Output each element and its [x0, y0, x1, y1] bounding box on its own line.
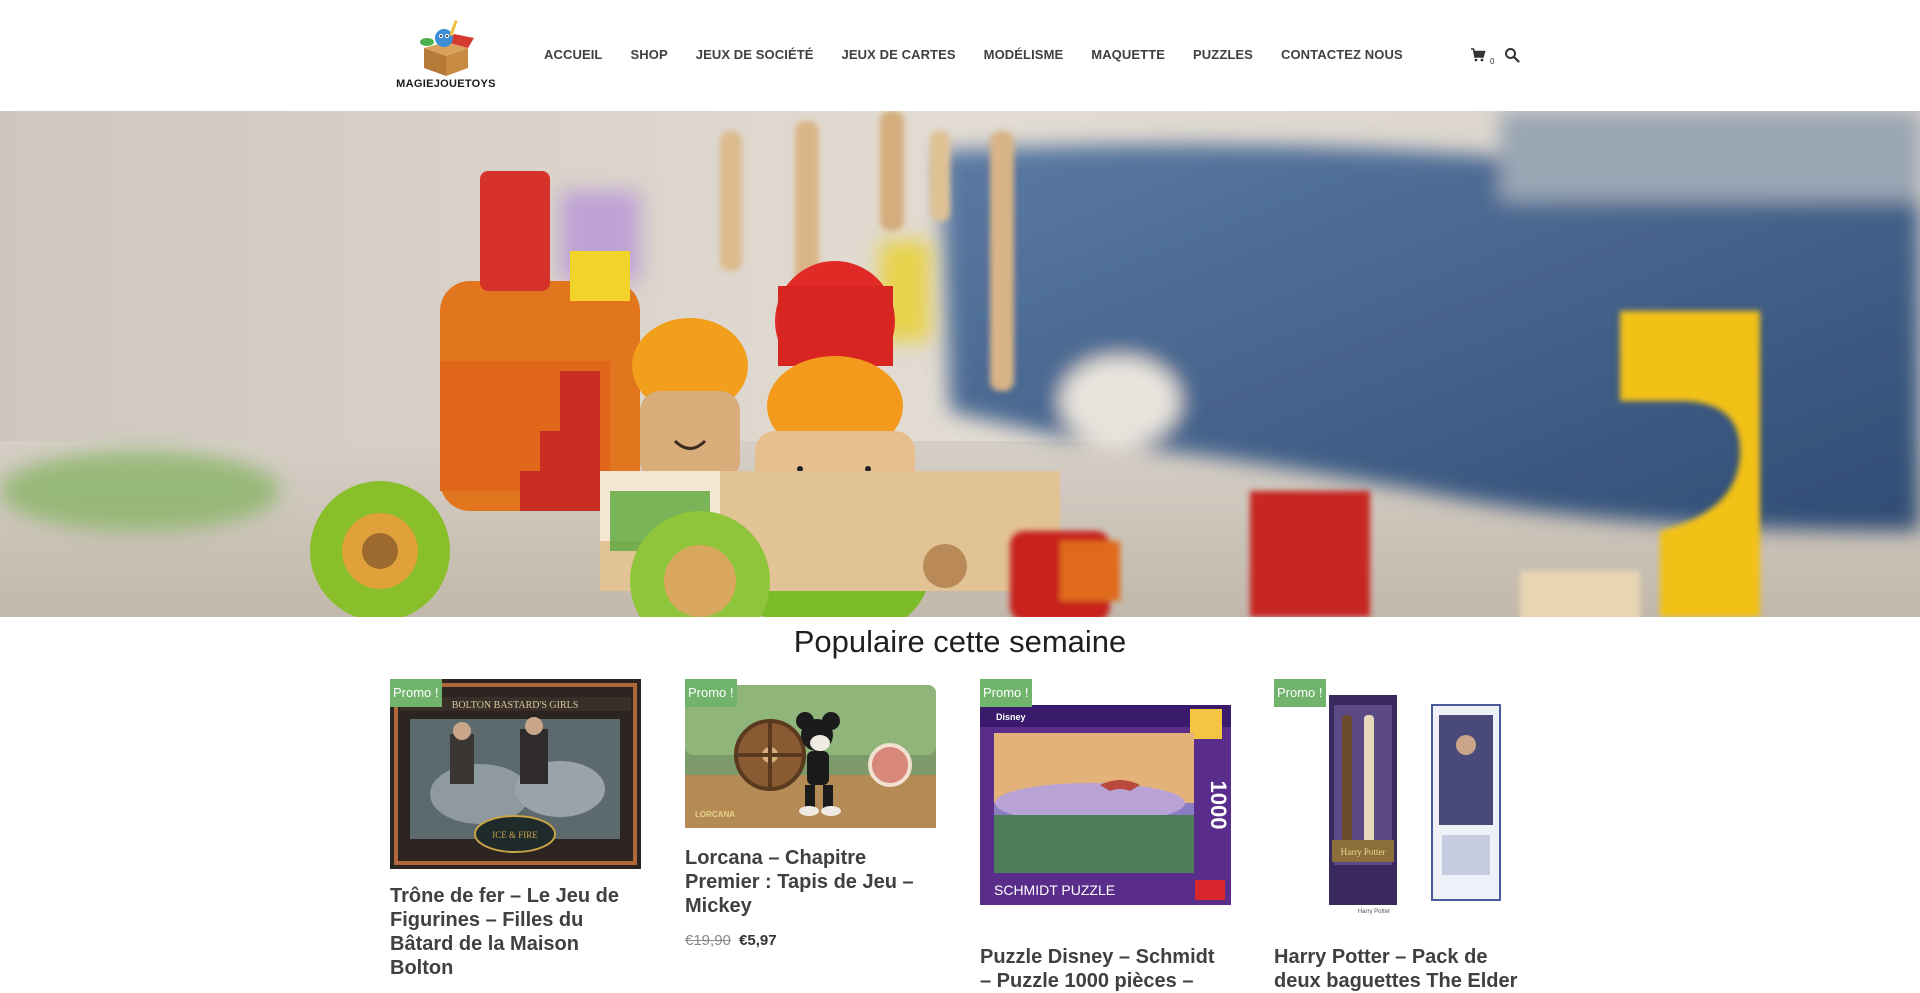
main-nav: ACCUEIL SHOP JEUX DE SOCIÉTÉ JEUX DE CAR…	[544, 47, 1431, 62]
nav-item-contactez-nous[interactable]: CONTACTEZ NOUS	[1281, 47, 1403, 62]
product-title[interactable]: Harry Potter – Pack de deux baguettes Th…	[1274, 945, 1525, 993]
nav-item-shop[interactable]: SHOP	[630, 47, 667, 62]
nav-item-modelisme[interactable]: MODÉLISME	[984, 47, 1064, 62]
svg-text:1000: 1000	[1206, 781, 1231, 830]
nav-item-accueil[interactable]: ACCUEIL	[544, 47, 602, 62]
svg-text:ICE & FIRE: ICE & FIRE	[492, 830, 538, 840]
promo-badge: Promo !	[685, 679, 737, 707]
nav-item-puzzles[interactable]: PUZZLES	[1193, 47, 1253, 62]
svg-text:LORCANA: LORCANA	[695, 810, 735, 819]
section-title: Populaire cette semaine	[793, 624, 1127, 659]
site-header: MAGIEJOUETOYS ACCUEIL SHOP JEUX DE SOCIÉ…	[0, 0, 1920, 111]
logo-text: MAGIEJOUETOYS	[396, 78, 496, 90]
cart-count: 0	[1490, 57, 1495, 66]
svg-text:Harry Potter: Harry Potter	[1358, 909, 1390, 915]
logo-icon	[420, 20, 474, 76]
product-image[interactable]: Disney 1000 SCHMIDT PUZZLE	[980, 705, 1231, 905]
nav-item-maquette[interactable]: MAQUETTE	[1091, 47, 1165, 62]
svg-text:Harry Potter: Harry Potter	[1341, 847, 1386, 857]
nav-item-jeux-de-cartes[interactable]: JEUX DE CARTES	[842, 47, 956, 62]
product-image[interactable]: BOLTON BASTARD'S GIRLS ICE & FIRE	[390, 679, 641, 869]
sale-price: €5,97	[739, 932, 777, 949]
hero-banner	[0, 111, 1920, 617]
product-title[interactable]: Trône de fer – Le Jeu de Figurines – Fil…	[390, 884, 641, 980]
product-title[interactable]: Puzzle Disney – Schmidt – Puzzle 1000 pi…	[980, 945, 1231, 993]
hero-image	[0, 111, 1920, 617]
old-price: €19,90	[685, 932, 731, 949]
site-logo[interactable]: MAGIEJOUETOYS	[394, 18, 498, 90]
svg-text:Disney: Disney	[996, 712, 1026, 722]
product-title[interactable]: Lorcana – Chapitre Premier : Tapis de Je…	[685, 846, 936, 918]
svg-text:BOLTON BASTARD'S GIRLS: BOLTON BASTARD'S GIRLS	[452, 700, 579, 711]
nav-item-jeux-de-societe[interactable]: JEUX DE SOCIÉTÉ	[696, 47, 814, 62]
cart-button[interactable]: 0	[1470, 47, 1494, 66]
promo-badge: Promo !	[390, 679, 442, 707]
svg-text:SCHMIDT PUZZLE: SCHMIDT PUZZLE	[994, 882, 1115, 898]
product-price: €19,90 €5,97	[685, 932, 777, 949]
promo-badge: Promo !	[1274, 679, 1326, 707]
cart-icon	[1471, 48, 1486, 62]
search-icon[interactable]	[1504, 47, 1520, 63]
product-image[interactable]: Harry Potter Harry Potter	[1274, 685, 1525, 915]
promo-badge: Promo !	[980, 679, 1032, 707]
header-icons: 0	[1470, 47, 1520, 66]
